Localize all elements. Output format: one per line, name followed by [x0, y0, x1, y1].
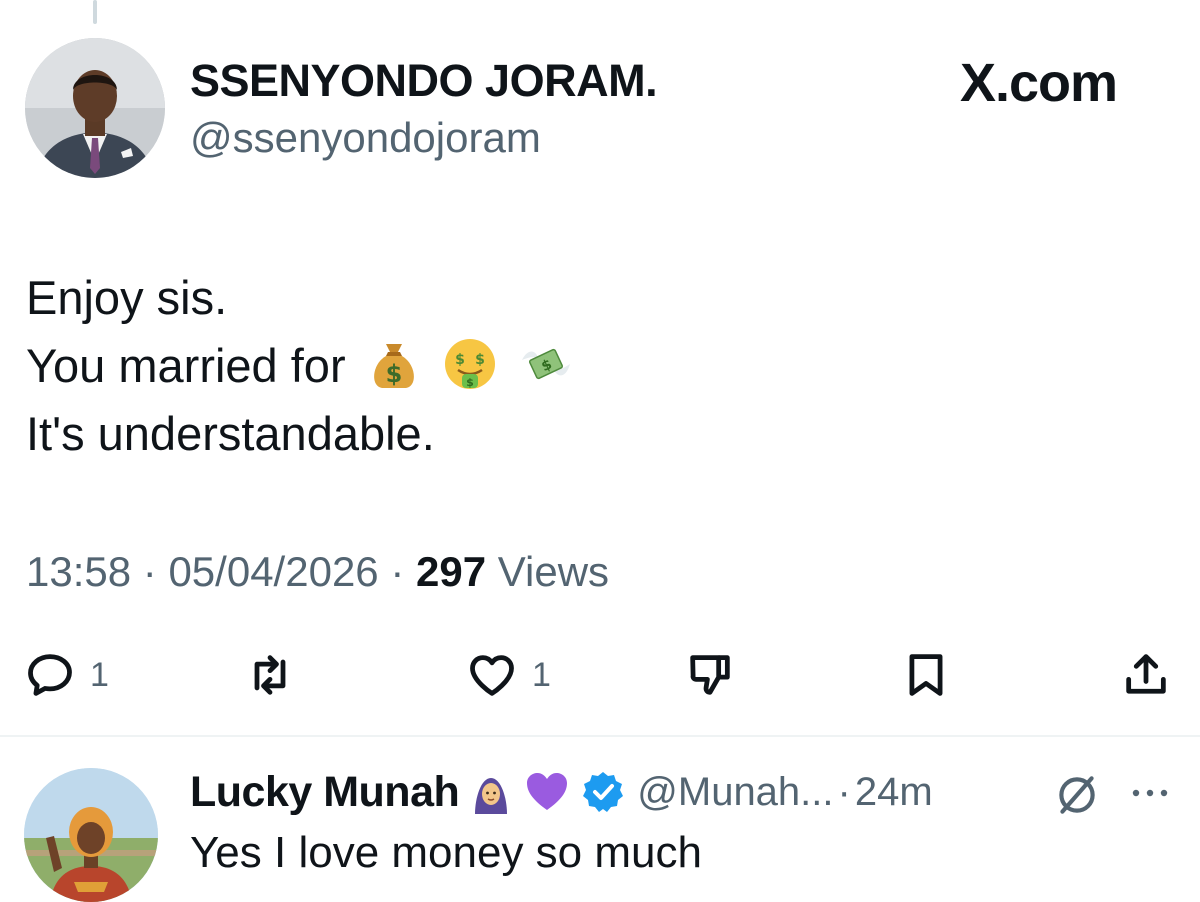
reply-divider	[0, 735, 1200, 737]
woman-with-headscarf-emoji-icon	[475, 778, 508, 814]
tweet-date[interactable]: 05/04/2026	[168, 548, 378, 595]
meta-separator: ·	[390, 548, 405, 595]
svg-text:$: $	[455, 352, 465, 368]
tweet-time[interactable]: 13:58	[26, 548, 131, 595]
svg-text:$: $	[385, 360, 402, 388]
tweet-text: Enjoy sis. You married for $ $ $ $ $ It'…	[26, 264, 574, 468]
reply-count: 1	[90, 655, 109, 694]
tweet-line: Enjoy sis.	[26, 271, 228, 324]
grok-icon[interactable]	[1052, 770, 1102, 820]
share-button[interactable]	[1120, 640, 1172, 710]
avatar-image	[25, 38, 165, 178]
reply-icon	[28, 654, 72, 696]
tweet-meta: 13:58 · 05/04/2026 · 297 Views	[26, 548, 609, 596]
tweet-action-bar: 1 1	[0, 640, 1200, 710]
thread-connector-line	[93, 0, 97, 24]
heart-icon	[470, 655, 514, 696]
purple-heart-emoji-icon	[527, 773, 568, 810]
reply-header: Lucky Munah @Munah... · 24m	[190, 764, 933, 820]
views-count: 297	[416, 548, 487, 595]
like-button[interactable]: 1	[466, 640, 551, 710]
money-bag-emoji-icon: $	[373, 344, 414, 388]
tweet-line: You married for	[26, 339, 346, 392]
author-handle[interactable]: @ssenyondojoram	[190, 114, 541, 162]
svg-text:$: $	[466, 376, 474, 389]
views-label: Views	[497, 548, 610, 595]
reply-meta-separator: ·	[837, 769, 851, 814]
reply-author-handle[interactable]: @Munah...	[637, 770, 833, 815]
dislike-button[interactable]	[684, 640, 736, 710]
bookmark-button[interactable]	[900, 640, 952, 710]
tweet-line-with-emojis: You married for $ $ $ $ $	[26, 332, 574, 400]
reply-button[interactable]: 1	[24, 640, 109, 710]
share-icon	[1126, 654, 1166, 694]
author-name[interactable]: SSENYONDO JORAM.	[190, 55, 658, 107]
repost-button[interactable]	[244, 640, 296, 710]
like-count: 1	[532, 655, 551, 694]
author-avatar[interactable]	[25, 38, 165, 178]
reply-timestamp[interactable]: 24m	[855, 770, 933, 815]
brand-watermark: X.com	[960, 53, 1118, 113]
verified-badge-icon	[583, 772, 624, 812]
reply-author-avatar[interactable]	[24, 768, 158, 902]
reply-author-name[interactable]: Lucky Munah	[190, 768, 460, 817]
bookmark-icon	[909, 654, 943, 696]
svg-text:$: $	[475, 352, 485, 368]
money-with-wings-emoji-icon: $	[521, 348, 570, 380]
money-mouth-face-emoji-icon: $ $ $	[444, 339, 495, 389]
reply-text: Yes I love money so much	[190, 828, 702, 877]
more-options-icon[interactable]	[1128, 778, 1172, 808]
thumbs-down-icon	[690, 655, 730, 695]
reply-avatar-image	[24, 768, 158, 902]
meta-separator: ·	[142, 548, 157, 595]
repost-icon	[254, 655, 286, 695]
tweet-line: It's understandable.	[26, 407, 435, 460]
